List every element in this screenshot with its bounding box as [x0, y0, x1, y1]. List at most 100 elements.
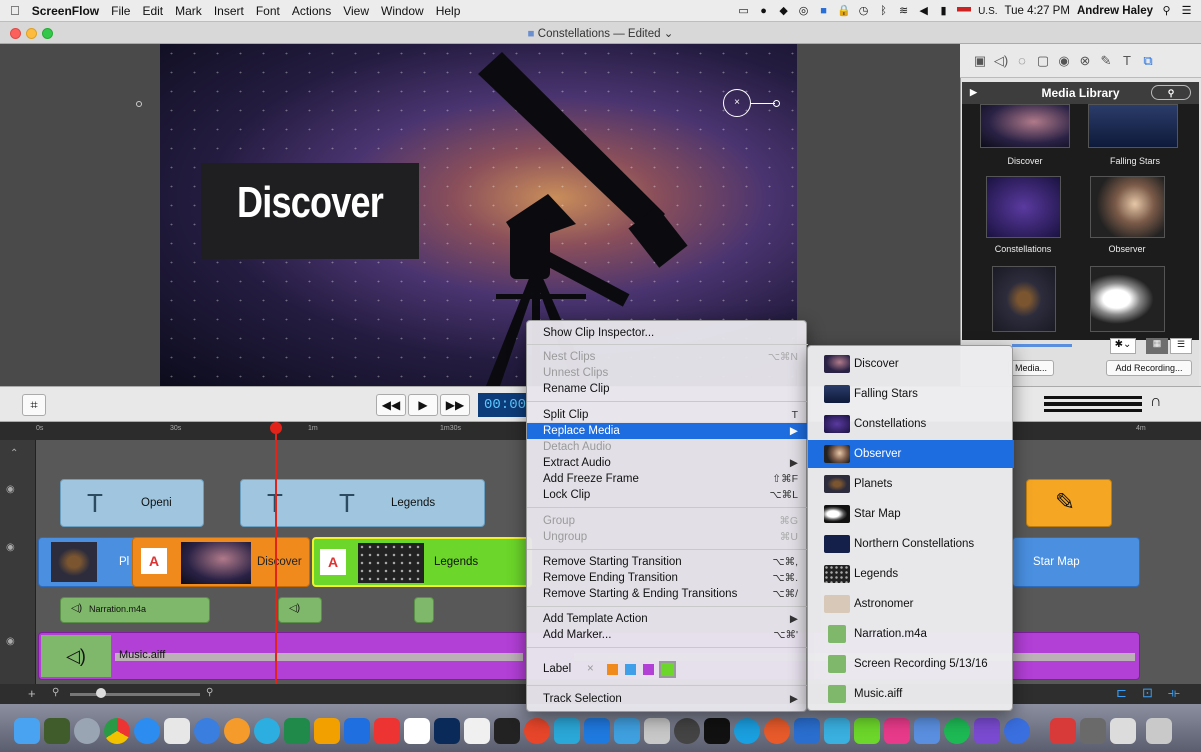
menu-item-split-clip[interactable]: Split Clip T: [527, 407, 808, 423]
lock-icon[interactable]: 🔒: [837, 5, 851, 17]
clip-discover[interactable]: A Discover: [132, 537, 310, 587]
wifi-icon[interactable]: ≋: [897, 5, 910, 17]
crop-icon[interactable]: ⌗: [22, 394, 46, 416]
app-icon[interactable]: [554, 718, 580, 744]
clip-narration[interactable]: ◁) Narration.m4a: [60, 597, 210, 623]
screen-recording-icon[interactable]: ◌: [1014, 53, 1030, 69]
chrome-icon[interactable]: [104, 718, 130, 744]
app-icon[interactable]: [644, 718, 670, 744]
calendar-icon[interactable]: [404, 718, 430, 744]
app-icon[interactable]: [854, 718, 880, 744]
thumb-star-map[interactable]: [1090, 266, 1165, 332]
menu-item-add-freeze-frame[interactable]: Add Freeze Frame ⇧⌘F: [527, 471, 808, 487]
notification-center-icon[interactable]: ☰: [1180, 5, 1193, 17]
app-icon[interactable]: [1050, 718, 1076, 744]
itunes-icon[interactable]: [194, 718, 220, 744]
menu-item-group[interactable]: Group ⌘G: [527, 513, 808, 529]
zoom-in-icon[interactable]: ⚲: [206, 687, 213, 698]
app-icon[interactable]: [164, 718, 190, 744]
menu-file[interactable]: File: [105, 4, 136, 18]
menu-item-track-selection[interactable]: Track Selection ▶: [527, 691, 808, 707]
app-icon[interactable]: [614, 718, 640, 744]
expand-icon[interactable]: ⟛: [1168, 685, 1180, 701]
track-visibility-icon[interactable]: ◉: [6, 636, 15, 647]
menu-mark[interactable]: Mark: [169, 4, 208, 18]
fast-forward-button[interactable]: ▶▶: [440, 394, 470, 416]
headphones-icon[interactable]: ∩: [1150, 393, 1162, 411]
audio-properties-icon[interactable]: ◁): [993, 53, 1009, 69]
video-properties-icon[interactable]: ▣: [972, 53, 988, 69]
app-icon[interactable]: [374, 718, 400, 744]
track-visibility-icon[interactable]: ◉: [6, 484, 15, 495]
menu-item-unnest-clips[interactable]: Unnest Clips: [527, 365, 808, 381]
grid-view-icon[interactable]: ▦: [1146, 338, 1168, 354]
app-icon[interactable]: [674, 718, 700, 744]
label-orange-swatch[interactable]: [607, 664, 618, 675]
app-menu[interactable]: ScreenFlow: [26, 4, 105, 18]
gear-icon[interactable]: ✱⌄: [1110, 338, 1136, 354]
submenu-item-astronomer[interactable]: Astronomer: [808, 590, 1014, 618]
user-name[interactable]: Andrew Haley: [1077, 5, 1153, 17]
terminal-icon[interactable]: [704, 718, 730, 744]
playhead-knob[interactable]: [270, 422, 282, 434]
app-icon[interactable]: [794, 718, 820, 744]
text-icon[interactable]: T: [1119, 53, 1135, 69]
submenu-item-music[interactable]: Music.aiff: [808, 680, 1014, 708]
menu-item-lock-clip[interactable]: Lock Clip ⌥⌘L: [527, 487, 808, 503]
clip-star-map[interactable]: Star Map: [1012, 537, 1140, 587]
submenu-item-planets[interactable]: Planets: [808, 470, 1014, 498]
track-visibility-icon[interactable]: ◉: [6, 542, 15, 553]
input-source[interactable]: U.S.: [978, 6, 997, 17]
thumb-observer[interactable]: [1090, 176, 1165, 238]
app-icon[interactable]: [224, 718, 250, 744]
clip-legends-video[interactable]: A Legends: [312, 537, 532, 587]
submenu-item-screen-recording[interactable]: Screen Recording 5/13/16: [808, 650, 1014, 678]
zoom-slider[interactable]: [70, 693, 200, 696]
menu-window[interactable]: Window: [375, 4, 430, 18]
rotation-handle-knob[interactable]: [773, 100, 780, 107]
app-icon[interactable]: [824, 718, 850, 744]
app-icon[interactable]: [44, 718, 70, 744]
app-icon[interactable]: [884, 718, 910, 744]
label-purple-swatch[interactable]: [643, 664, 654, 675]
dropbox-icon[interactable]: ◆: [777, 5, 790, 17]
thumb-discover[interactable]: [980, 104, 1070, 148]
submenu-item-discover[interactable]: Discover: [808, 350, 1014, 378]
rotation-handle[interactable]: ×: [723, 89, 751, 117]
app-icon[interactable]: [524, 718, 550, 744]
menu-help[interactable]: Help: [430, 4, 467, 18]
volume-icon[interactable]: ◀: [917, 5, 930, 17]
menu-actions[interactable]: Actions: [286, 4, 337, 18]
app-icon[interactable]: [584, 718, 610, 744]
menu-edit[interactable]: Edit: [136, 4, 169, 18]
submenu-item-northern-constellations[interactable]: Northern Constellations: [808, 530, 1014, 558]
label-green-swatch[interactable]: [659, 661, 676, 678]
thumb-falling-stars[interactable]: [1088, 104, 1178, 148]
battery-icon[interactable]: ▮: [937, 5, 950, 17]
label-blue-swatch[interactable]: [625, 664, 636, 675]
submenu-item-narration[interactable]: Narration.m4a: [808, 620, 1014, 648]
thumb-size-slider[interactable]: [1012, 344, 1072, 347]
spotify-icon[interactable]: [944, 718, 970, 744]
submenu-item-constellations[interactable]: Constellations: [808, 410, 1014, 438]
app-icon[interactable]: [1004, 718, 1030, 744]
flag-icon[interactable]: [957, 6, 972, 16]
menu-item-remove-ending-transition[interactable]: Remove Ending Transition ⌥⌘.: [527, 570, 808, 586]
annotations-icon[interactable]: ⊗: [1077, 53, 1093, 69]
submenu-item-legends[interactable]: Legends: [808, 560, 1014, 588]
menu-item-detach-audio[interactable]: Detach Audio: [527, 439, 808, 455]
menu-item-show-clip-inspector[interactable]: Show Clip Inspector...: [527, 325, 808, 341]
app-icon[interactable]: [1110, 718, 1136, 744]
add-recording-button[interactable]: Add Recording...: [1106, 360, 1192, 376]
menu-item-remove-starting-transition[interactable]: Remove Starting Transition ⌥⌘,: [527, 554, 808, 570]
submenu-item-falling-stars[interactable]: Falling Stars: [808, 380, 1014, 408]
time-machine-icon[interactable]: ◷: [857, 5, 870, 17]
launchpad-icon[interactable]: [74, 718, 100, 744]
media-library-icon[interactable]: ⧉: [1140, 53, 1156, 69]
pen-icon[interactable]: ✎: [1098, 53, 1114, 69]
app-icon[interactable]: [494, 718, 520, 744]
spotlight-icon[interactable]: ⚲: [1160, 5, 1173, 17]
skype-icon[interactable]: [734, 718, 760, 744]
menu-insert[interactable]: Insert: [208, 4, 250, 18]
play-button[interactable]: ▶: [408, 394, 438, 416]
